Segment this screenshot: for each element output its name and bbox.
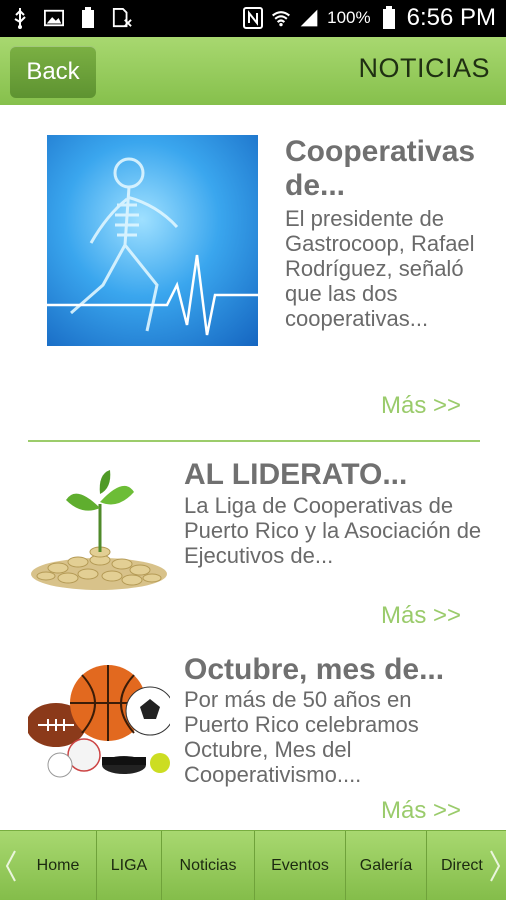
battery-icon	[379, 6, 399, 29]
news-title: Cooperativas de...	[285, 135, 476, 202]
news-title: AL LIDERATO...	[184, 458, 408, 491]
chevron-right-icon[interactable]	[486, 831, 504, 900]
signal-icon	[299, 7, 319, 29]
bottom-nav: Home LIGA Noticias Eventos Galería Direc…	[0, 830, 506, 900]
tab-liga[interactable]: LIGA	[96, 831, 161, 900]
back-button[interactable]: Back	[10, 46, 96, 98]
tab-home[interactable]: Home	[20, 831, 96, 900]
news-item[interactable]: Cooperativas de... El presidente de Gast…	[0, 105, 506, 435]
image-icon	[44, 7, 64, 29]
battery-percent: 100%	[327, 8, 371, 27]
wifi-icon	[271, 7, 291, 29]
more-link[interactable]: Más >>	[381, 602, 461, 630]
more-link[interactable]: Más >>	[381, 797, 461, 825]
news-summary: Por más de 50 años en Puerto Rico celebr…	[184, 687, 419, 787]
tab-directorio[interactable]: Direct	[426, 831, 488, 900]
usb-icon	[10, 7, 30, 29]
xray-runner-image	[47, 135, 258, 346]
tab-eventos[interactable]: Eventos	[254, 831, 345, 900]
nfc-icon	[243, 7, 264, 29]
battery-100-icon	[78, 7, 98, 29]
page-title: NOTICIAS	[358, 53, 490, 83]
sim-x-icon	[112, 7, 132, 29]
sports-balls-image	[26, 659, 175, 779]
app-header: Back NOTICIAS	[0, 37, 506, 105]
more-link[interactable]: Más >>	[381, 392, 461, 420]
news-item[interactable]: Octubre, mes de... Por más de 50 años en…	[0, 645, 506, 830]
news-item[interactable]: AL LIDERATO... La Liga de Cooperativas d…	[0, 450, 506, 640]
news-title: Octubre, mes de...	[184, 653, 445, 686]
chevron-left-icon[interactable]	[2, 831, 20, 900]
tab-galeria[interactable]: Galería	[345, 831, 426, 900]
clock: 6:56 PM	[406, 4, 496, 31]
status-bar: 100% 6:56 PM	[0, 0, 506, 37]
divider	[28, 440, 480, 442]
plant-coins-image	[28, 464, 170, 592]
news-summary: La Liga de Cooperativas de Puerto Rico y…	[184, 493, 482, 568]
tab-noticias[interactable]: Noticias	[161, 831, 254, 900]
news-summary: El presidente de Gastrocoop, Rafael Rodr…	[285, 206, 475, 331]
